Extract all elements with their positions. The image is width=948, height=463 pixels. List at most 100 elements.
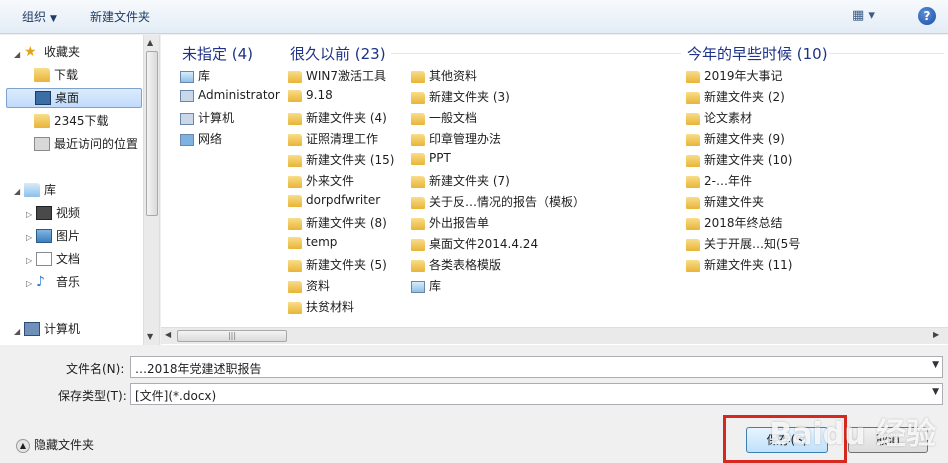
nav-desktop[interactable]: 桌面: [6, 88, 142, 108]
hide-folders-label: 隐藏文件夹: [34, 438, 95, 452]
file-item[interactable]: 库: [180, 67, 210, 87]
folder-icon: [411, 196, 425, 209]
file-item[interactable]: 印章管理办法: [411, 130, 501, 150]
nav-recent-places[interactable]: 最近访问的位置: [34, 135, 138, 155]
scroll-up-icon[interactable]: ▲: [147, 38, 153, 47]
file-item[interactable]: Administrator: [180, 88, 280, 108]
file-item[interactable]: 新建文件夹 (15): [288, 151, 394, 171]
expand-icon[interactable]: ▷: [26, 210, 32, 219]
collapse-icon[interactable]: ◢: [14, 187, 20, 196]
file-item-label: 一般文档: [429, 111, 478, 125]
recent-places-icon: [34, 136, 50, 151]
folder-icon: [288, 259, 302, 272]
file-item-label: 9.18: [306, 88, 333, 102]
file-item[interactable]: 关于开展…知(5号: [686, 235, 800, 255]
file-item[interactable]: 关于反…情况的报告（模板）: [411, 193, 585, 213]
desktop-icon: [35, 90, 51, 105]
file-type-select[interactable]: [文件](*.docx) ▼: [130, 383, 943, 405]
new-folder-button[interactable]: 新建文件夹: [90, 8, 150, 26]
file-item[interactable]: 2018年终总结: [686, 214, 783, 234]
file-item[interactable]: 扶贫材料: [288, 298, 354, 318]
nav-libraries[interactable]: 库: [24, 181, 56, 201]
expand-icon[interactable]: ▷: [26, 279, 32, 288]
file-item[interactable]: 新建文件夹 (5): [288, 256, 387, 276]
folder-icon: [288, 133, 302, 146]
file-item[interactable]: 新建文件夹 (4): [288, 109, 387, 129]
organize-button[interactable]: 组织 ▼: [22, 8, 57, 26]
file-item[interactable]: 新建文件夹 (7): [411, 172, 510, 192]
file-item[interactable]: 计算机: [180, 109, 234, 129]
nav-vertical-scrollbar[interactable]: ▲ ▼: [143, 35, 159, 345]
folder-icon: [288, 280, 302, 293]
group-header-earlier-this-year[interactable]: 今年的早些时候 (10): [687, 43, 828, 64]
folder-icon: [288, 301, 302, 314]
file-item[interactable]: 9.18: [288, 88, 333, 108]
file-item[interactable]: 新建文件夹 (3): [411, 88, 510, 108]
file-item[interactable]: 一般文档: [411, 109, 477, 129]
file-item[interactable]: 论文素材: [686, 109, 752, 129]
chevron-down-icon[interactable]: ▼: [932, 387, 939, 397]
file-item[interactable]: WIN7激活工具: [288, 67, 386, 87]
file-item[interactable]: 外来文件: [288, 172, 354, 192]
file-item[interactable]: 2-…年件: [686, 172, 752, 192]
file-item-label: 计算机: [198, 111, 235, 125]
library-icon: [411, 280, 425, 293]
expand-icon[interactable]: ▷: [26, 233, 32, 242]
file-item[interactable]: 新建文件夹 (11): [686, 256, 792, 276]
scroll-right-icon[interactable]: ▶: [933, 330, 939, 339]
folder-icon: [288, 89, 302, 102]
filename-input[interactable]: …2018年党建述职报告 ▼: [130, 356, 943, 378]
chevron-up-icon: ▲: [16, 438, 30, 453]
network-icon: [180, 133, 194, 146]
view-options-icon[interactable]: ▦ ▾: [852, 8, 878, 26]
help-icon[interactable]: ?: [918, 7, 936, 25]
nav-music[interactable]: ♪ 音乐: [36, 273, 80, 293]
chevron-down-icon[interactable]: ▼: [932, 360, 939, 370]
scroll-thumb[interactable]: |||: [177, 330, 287, 342]
file-list-pane: 未指定 (4) 很久以前 (23) 今年的早些时候 (10) 库 Administ…: [161, 35, 948, 345]
folder-icon: [411, 217, 425, 230]
file-type-value: [文件](*.docx): [135, 389, 217, 403]
file-item[interactable]: 其他资料: [411, 67, 477, 87]
file-item[interactable]: 各类表格模版: [411, 256, 501, 276]
collapse-icon[interactable]: ◢: [14, 50, 20, 59]
file-item[interactable]: 新建文件夹 (10): [686, 151, 792, 171]
file-item[interactable]: 新建文件夹 (2): [686, 88, 785, 108]
expand-icon[interactable]: ▷: [26, 256, 32, 265]
hide-folders-toggle[interactable]: ▲ 隐藏文件夹: [16, 436, 94, 453]
nav-pictures[interactable]: 图片: [36, 227, 80, 247]
file-item-label: 外出报告单: [429, 216, 490, 230]
file-item[interactable]: 证照清理工作: [288, 130, 378, 150]
group-header-long-ago[interactable]: 很久以前 (23): [290, 43, 386, 64]
file-item[interactable]: PPT: [411, 151, 451, 171]
file-item[interactable]: 资料: [288, 277, 330, 297]
file-item[interactable]: dorpdfwriter: [288, 193, 380, 213]
baidu-watermark: Baidu 经验: [769, 417, 936, 452]
file-item[interactable]: 外出报告单: [411, 214, 489, 234]
navigation-pane: ◢ ★ 收藏夹 下载 桌面 2345下载 最近访问的位置 ◢ 库 ▷ 视频 ▷ 图…: [0, 35, 160, 345]
file-item[interactable]: 网络: [180, 130, 222, 150]
nav-documents[interactable]: 文档: [36, 250, 80, 270]
nav-computer[interactable]: 计算机: [24, 320, 80, 340]
video-icon: [36, 205, 52, 220]
group-header-unspecified[interactable]: 未指定 (4): [182, 43, 253, 64]
nav-downloads[interactable]: 下载: [34, 66, 78, 86]
file-item[interactable]: 库: [411, 277, 441, 297]
nav-2345-downloads[interactable]: 2345下载: [34, 112, 109, 132]
file-item[interactable]: 桌面文件2014.4.24: [411, 235, 538, 255]
file-item[interactable]: 2019年大事记: [686, 67, 783, 87]
scroll-down-icon[interactable]: ▼: [147, 332, 153, 341]
nav-videos[interactable]: 视频: [36, 204, 80, 224]
nav-favorites[interactable]: ★ 收藏夹: [24, 43, 80, 63]
file-item[interactable]: 新建文件夹 (9): [686, 130, 785, 150]
filename-value: …2018年党建述职报告: [135, 362, 262, 376]
file-item[interactable]: 新建文件夹: [686, 193, 764, 213]
folder-icon: [411, 152, 425, 165]
scroll-left-icon[interactable]: ◀: [165, 330, 171, 339]
file-item[interactable]: 新建文件夹 (8): [288, 214, 387, 234]
file-item[interactable]: temp: [288, 235, 337, 255]
horizontal-scrollbar[interactable]: ◀ ||| ▶: [161, 327, 948, 344]
scroll-thumb[interactable]: [146, 51, 158, 216]
library-icon: [24, 182, 40, 197]
collapse-icon[interactable]: ◢: [14, 327, 20, 336]
